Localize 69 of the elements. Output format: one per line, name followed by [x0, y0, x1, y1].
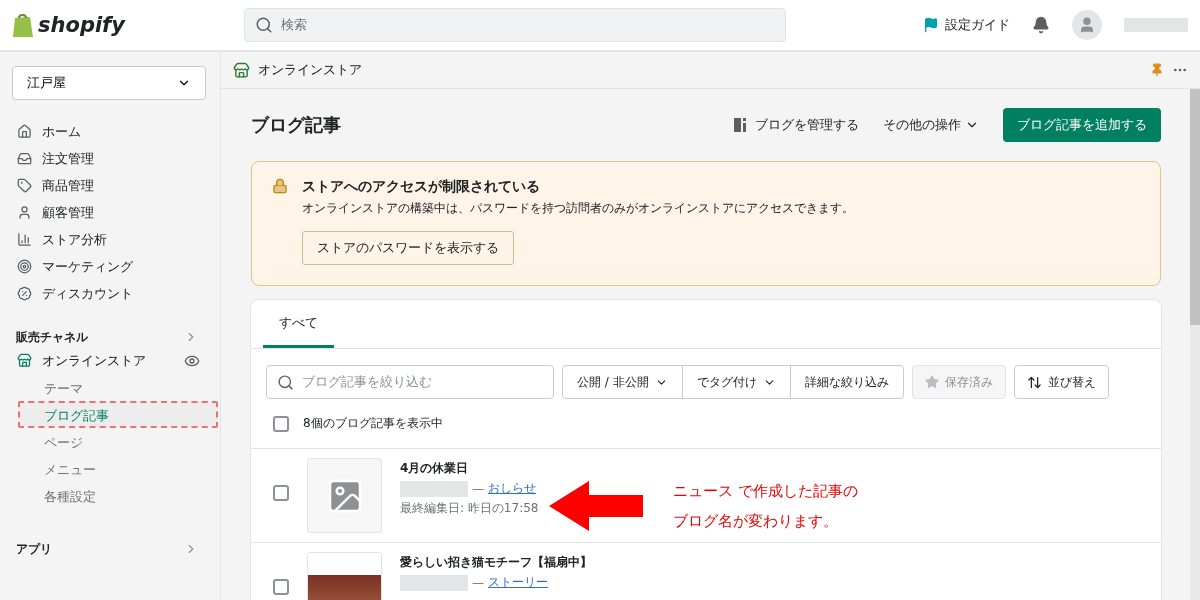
annotation-text: ニュース で作成した記事の ブログ名が変わります。	[673, 481, 858, 532]
search-icon	[277, 373, 294, 391]
nav-item[interactable]: ディスカウント	[0, 280, 220, 307]
search-field[interactable]: 検索	[244, 8, 786, 42]
nav-item[interactable]: マーケティング	[0, 253, 220, 280]
blog-link[interactable]: おしらせ	[488, 480, 536, 497]
filter-button[interactable]: 詳細な絞り込み	[789, 365, 904, 399]
breadcrumb[interactable]: オンラインストア	[258, 61, 362, 79]
nav-subitem[interactable]: 各種設定	[18, 482, 218, 509]
orders-icon	[17, 151, 32, 166]
section-heading: 販売チャネル	[16, 328, 88, 346]
scrollbar[interactable]	[1190, 89, 1200, 600]
avatar[interactable]	[1072, 10, 1102, 40]
star-icon	[924, 375, 939, 389]
flag-icon	[923, 17, 939, 33]
customers-icon	[17, 205, 32, 220]
nav-item[interactable]: 顧客管理	[0, 199, 220, 226]
sort-button[interactable]: 並び替え	[1013, 365, 1109, 399]
banner-title: ストアへのアクセスが制限されている	[302, 178, 541, 196]
dash: —	[472, 575, 484, 590]
nav-subitem[interactable]: ブログ記事	[18, 401, 218, 428]
products-icon	[17, 178, 32, 193]
nav-item[interactable]: 注文管理	[0, 145, 220, 172]
discounts-icon	[17, 286, 32, 301]
nav-item[interactable]: ストア分析	[0, 226, 220, 253]
bell-icon[interactable]	[1032, 16, 1050, 34]
nav-subitem[interactable]: メニュー	[18, 455, 218, 482]
add-post-button[interactable]: ブログ記事を追加する	[1003, 108, 1161, 142]
sort-icon	[1026, 374, 1042, 390]
banner-text: オンラインストアの構築中は、パスワードを持つ訪問者のみがオンラインストアにアクセスできます。	[302, 200, 854, 217]
person-icon	[1078, 16, 1096, 34]
blurred-author	[400, 480, 468, 497]
filter-button[interactable]: でタグ付け	[681, 365, 791, 399]
row-checkbox[interactable]	[273, 485, 289, 501]
select-all-checkbox[interactable]	[273, 415, 289, 432]
blog-link[interactable]: ストーリー	[488, 574, 548, 591]
nav-item[interactable]: オンラインストア	[0, 347, 220, 374]
logo-text: shopify	[38, 13, 125, 37]
row-checkbox[interactable]	[273, 579, 289, 595]
show-password-button[interactable]: ストアのパスワードを表示する	[302, 231, 514, 265]
lock-icon	[272, 178, 288, 194]
nav-item[interactable]: ホーム	[0, 118, 220, 145]
blurred-author	[400, 574, 468, 591]
nav-subitem[interactable]: テーマ	[18, 374, 218, 401]
setup-guide-link[interactable]: 設定ガイド	[923, 16, 1010, 34]
last-edited: 最終編集日: 昨日の17:58	[400, 500, 539, 517]
manage-blogs-button[interactable]: ブログを管理する	[733, 116, 859, 134]
page-title: ブログ記事	[251, 113, 341, 137]
marketing-icon	[17, 259, 32, 274]
tab[interactable]: すべて	[263, 300, 334, 348]
storefront-icon	[233, 61, 250, 79]
filter-button[interactable]: 公開 / 非公開	[562, 365, 683, 399]
shopping-bag-logo-icon	[12, 12, 34, 38]
storefront-icon	[17, 353, 32, 368]
section-heading: アプリ	[16, 540, 52, 558]
blurred-name	[1124, 18, 1188, 32]
post-count: 8個のブログ記事を表示中	[303, 415, 443, 432]
more-actions-button[interactable]: その他の操作	[883, 116, 979, 134]
nav-subitem[interactable]: ページ	[18, 428, 218, 455]
nav-item[interactable]: 商品管理	[0, 172, 220, 199]
home-icon	[17, 124, 32, 139]
dash: —	[472, 481, 484, 496]
analytics-icon	[17, 232, 32, 247]
post-title[interactable]: 4月の休業日	[400, 460, 539, 477]
pin-icon[interactable]	[1150, 63, 1164, 77]
search-icon	[255, 16, 273, 34]
post-title[interactable]: 愛らしい招き猫モチーフ【福扇中】	[400, 554, 592, 571]
store-selector[interactable]: 江戸屋	[12, 66, 206, 100]
post-row[interactable]: 愛らしい招き猫モチーフ【福扇中】 — ストーリー	[251, 543, 1161, 600]
